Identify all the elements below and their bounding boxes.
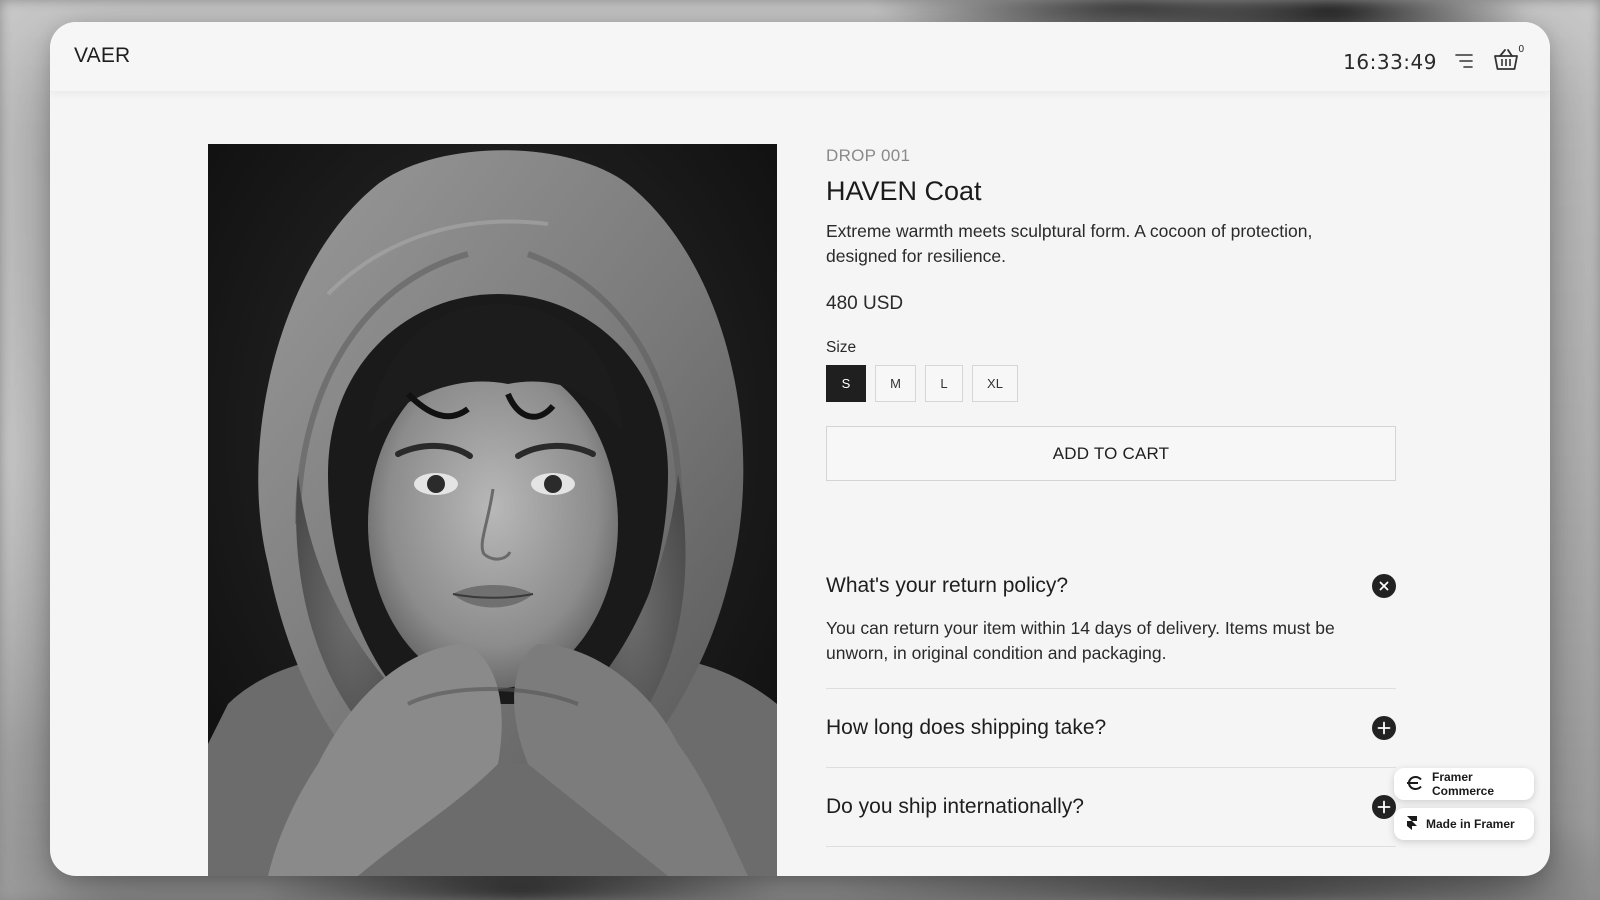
size-label: Size: [826, 339, 857, 356]
add-to-cart-button[interactable]: ADD TO CART: [826, 426, 1396, 481]
size-option-xl[interactable]: XL: [972, 365, 1018, 402]
product-eyebrow: DROP 001: [826, 146, 911, 165]
size-selector: S M L XL: [826, 365, 1396, 402]
faq-item: Do you ship internationally?: [826, 768, 1396, 847]
faq-answer: You can return your item within 14 days …: [826, 618, 1335, 663]
size-option-m[interactable]: M: [875, 365, 916, 402]
plus-icon[interactable]: [1372, 716, 1396, 740]
faq-question-toggle[interactable]: What's your return policy?: [826, 562, 1396, 610]
faq-question: What's your return policy?: [826, 574, 1069, 597]
browser-window: VAER 16:33:49 0 DROP 001 HAVEN Coat Extr…: [50, 22, 1550, 876]
framer-commerce-badge[interactable]: Framer Commerce: [1394, 768, 1534, 800]
faq-question: How long does shipping take?: [826, 716, 1107, 739]
made-in-framer-label: Made in Framer: [1426, 817, 1515, 831]
framer-commerce-icon: [1406, 775, 1424, 793]
faq-question: Do you ship internationally?: [826, 795, 1084, 818]
live-clock: 16:33:49: [1343, 50, 1437, 74]
close-icon[interactable]: [1372, 574, 1396, 598]
brand-logo[interactable]: VAER: [74, 44, 130, 68]
faq-question-toggle[interactable]: How long does shipping take?: [826, 689, 1396, 767]
menu-icon[interactable]: [1454, 52, 1474, 70]
product-description: Extreme warmth meets sculptural form. A …: [826, 221, 1313, 266]
framer-commerce-label: Framer Commerce: [1432, 770, 1495, 798]
size-option-l[interactable]: L: [925, 365, 963, 402]
product-image: [208, 144, 777, 876]
product-details: DROP 001 HAVEN Coat Extreme warmth meets…: [826, 146, 1396, 481]
made-in-framer-badge[interactable]: Made in Framer: [1394, 808, 1534, 840]
faq-item: What's your return policy? You can retur…: [826, 562, 1396, 689]
faq-question-toggle[interactable]: Do you ship internationally?: [826, 768, 1396, 846]
faq-item: How long does shipping take?: [826, 689, 1396, 768]
product-title: HAVEN Coat: [826, 176, 982, 206]
framer-logo-icon: [1406, 815, 1418, 834]
cart-count-badge: 0: [1518, 44, 1524, 55]
size-option-s[interactable]: S: [826, 365, 866, 402]
product-price: 480 USD: [826, 293, 904, 314]
top-navigation-bar: VAER 16:33:49 0: [50, 22, 1550, 92]
plus-icon[interactable]: [1372, 795, 1396, 819]
faq-accordion: What's your return policy? You can retur…: [826, 562, 1396, 847]
